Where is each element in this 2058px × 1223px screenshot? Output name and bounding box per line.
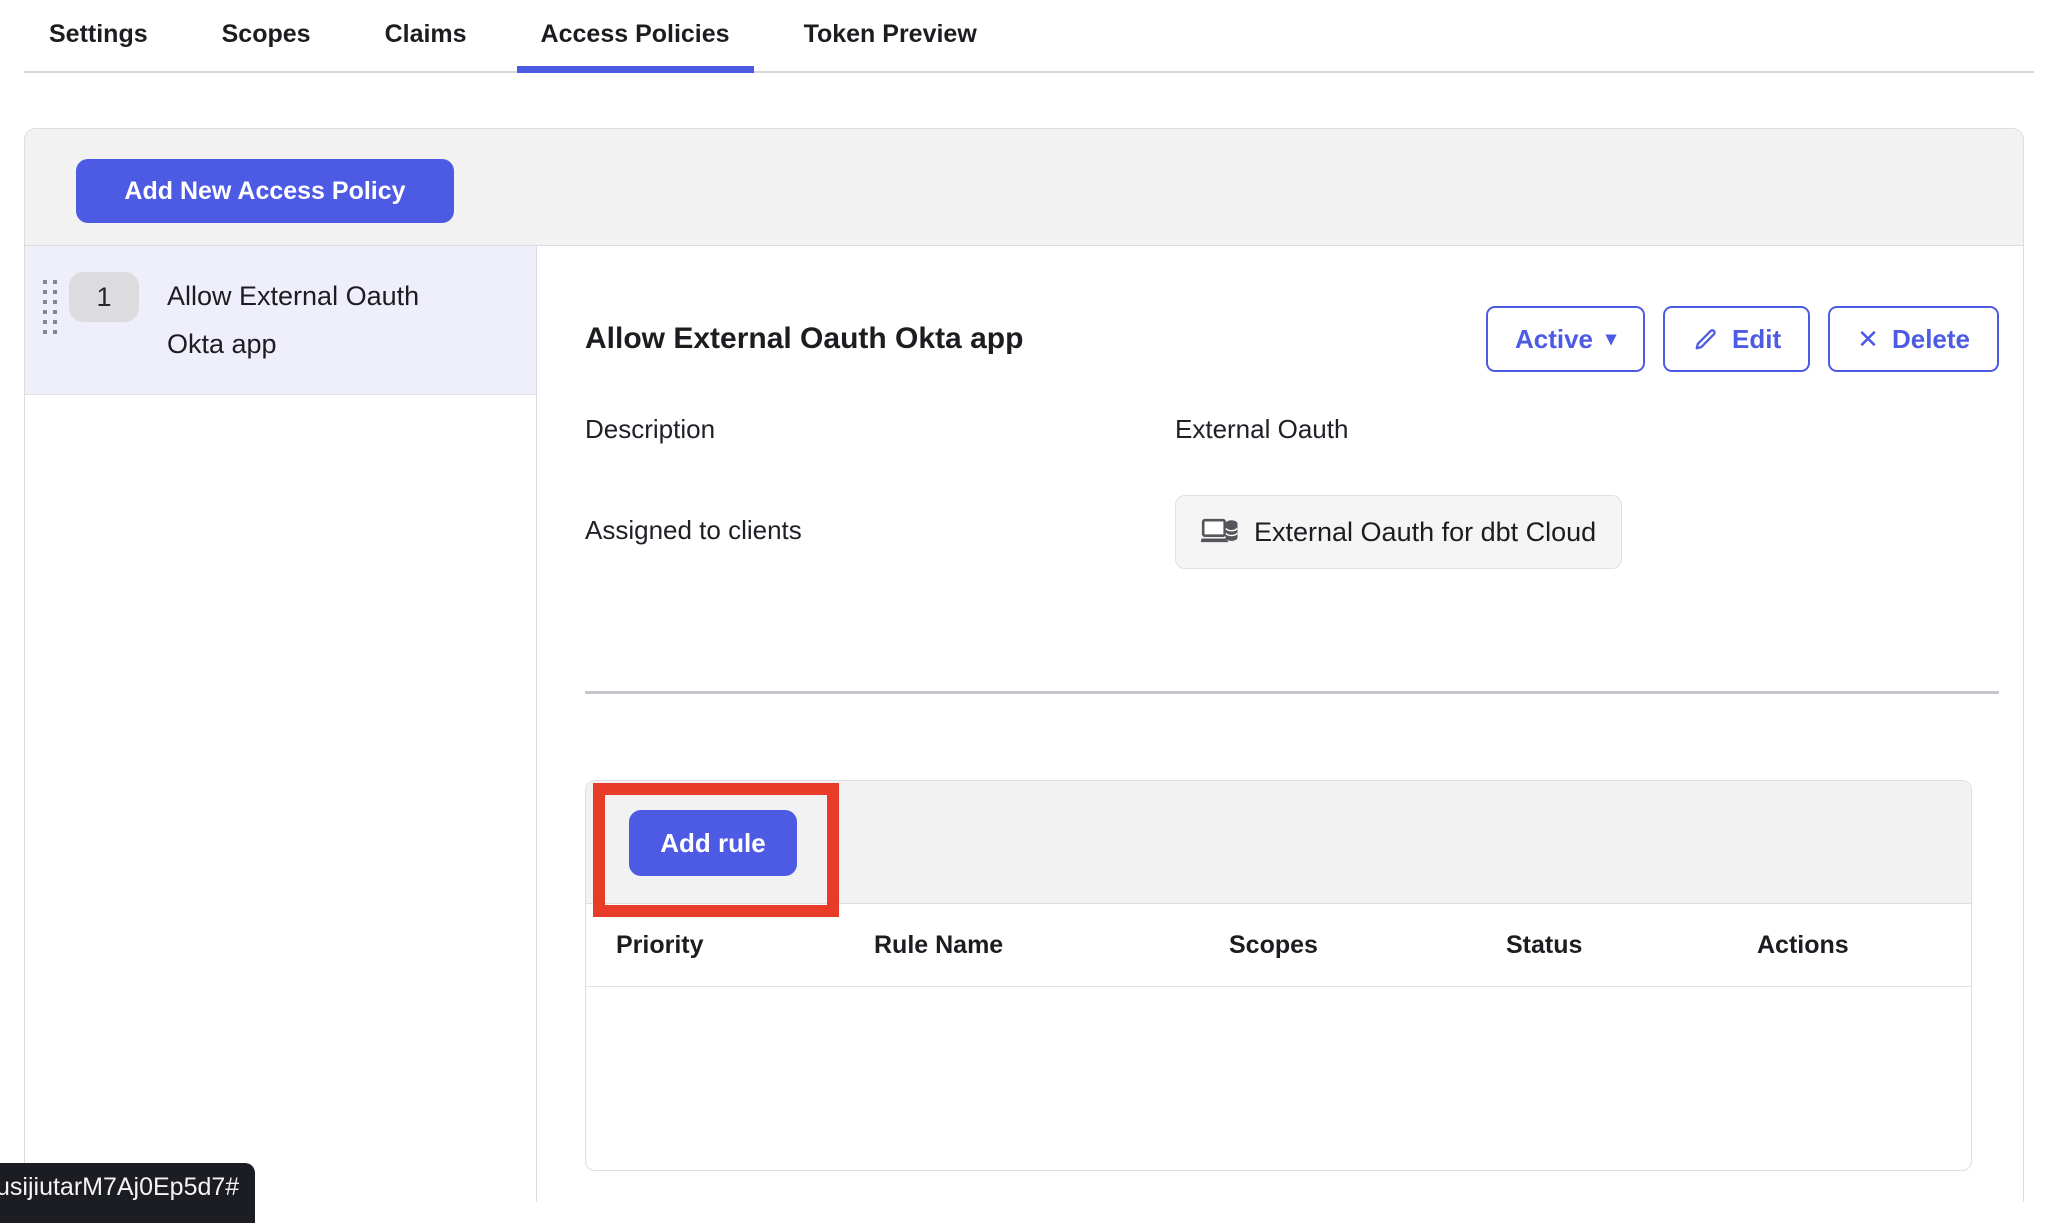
panel-toolbar: Add New Access Policy	[25, 129, 2023, 246]
column-actions: Actions	[1757, 931, 1971, 960]
description-row: Description External Oauth	[585, 414, 1999, 445]
access-policies-page: { "tabs": { "items": [ { "label": "Setti…	[0, 0, 2058, 1202]
tab-settings[interactable]: Settings	[49, 19, 148, 49]
status-dropdown-button[interactable]: Active ▾	[1486, 306, 1645, 372]
edit-button[interactable]: Edit	[1663, 306, 1810, 372]
policy-list-item-label: Allow External Oauth Okta app	[167, 272, 467, 368]
rules-table-header: Priority Rule Name Scopes Status Actions	[586, 904, 1971, 987]
rules-card: Add rule Priority Rule Name Scopes Statu…	[585, 780, 1972, 1171]
tab-access-policies[interactable]: Access Policies	[541, 19, 730, 49]
tab-token-preview[interactable]: Token Preview	[804, 19, 977, 49]
client-chip-label: External Oauth for dbt Cloud	[1254, 517, 1596, 548]
policy-title: Allow External Oauth Okta app	[585, 322, 1023, 356]
delete-button[interactable]: ✕ Delete	[1828, 306, 1999, 372]
policy-action-buttons: Active ▾ Edit ✕ Delete	[1486, 306, 1999, 372]
panel-body: 1 Allow External Oauth Okta app Allow Ex…	[25, 246, 2023, 1202]
client-app-icon	[1201, 517, 1239, 547]
status-dropdown-label: Active	[1515, 324, 1593, 355]
access-policies-panel: Add New Access Policy 1 Allow External O…	[24, 128, 2024, 1202]
policy-list-item[interactable]: 1 Allow External Oauth Okta app	[25, 246, 536, 395]
tab-claims[interactable]: Claims	[385, 19, 467, 49]
tab-bar-divider	[24, 71, 2034, 73]
link-preview-statusbar: usijiutarM7Aj0Ep5d7#	[0, 1163, 255, 1223]
policy-priority-badge: 1	[69, 272, 139, 322]
chevron-down-icon: ▾	[1606, 329, 1616, 349]
column-scopes: Scopes	[1229, 931, 1506, 960]
rules-toolbar: Add rule	[586, 781, 1971, 904]
add-rule-button[interactable]: Add rule	[629, 810, 797, 876]
client-chip[interactable]: External Oauth for dbt Cloud	[1175, 495, 1622, 569]
edit-button-label: Edit	[1732, 324, 1781, 355]
column-priority: Priority	[616, 931, 874, 960]
assigned-clients-row: Assigned to clients External Oauth for d…	[585, 495, 1999, 569]
edit-pencil-icon	[1692, 326, 1719, 353]
add-new-access-policy-button[interactable]: Add New Access Policy	[76, 159, 454, 223]
drag-handle-icon[interactable]	[43, 280, 57, 334]
rules-table-empty-body	[586, 987, 1971, 1170]
delete-button-label: Delete	[1892, 324, 1970, 355]
description-label: Description	[585, 414, 1175, 445]
column-rule-name: Rule Name	[874, 931, 1229, 960]
section-divider	[585, 691, 1999, 694]
column-status: Status	[1506, 931, 1757, 960]
assigned-clients-label: Assigned to clients	[585, 495, 1175, 546]
delete-x-icon: ✕	[1857, 326, 1879, 352]
policy-title-row: Allow External Oauth Okta app Active ▾ E…	[585, 306, 1999, 372]
tab-bar: Settings Scopes Claims Access Policies T…	[24, 0, 2034, 73]
description-value: External Oauth	[1175, 414, 1999, 445]
policy-detail: Allow External Oauth Okta app Active ▾ E…	[537, 246, 2023, 1202]
policy-list-sidebar: 1 Allow External Oauth Okta app	[25, 246, 537, 1202]
tab-scopes[interactable]: Scopes	[222, 19, 311, 49]
